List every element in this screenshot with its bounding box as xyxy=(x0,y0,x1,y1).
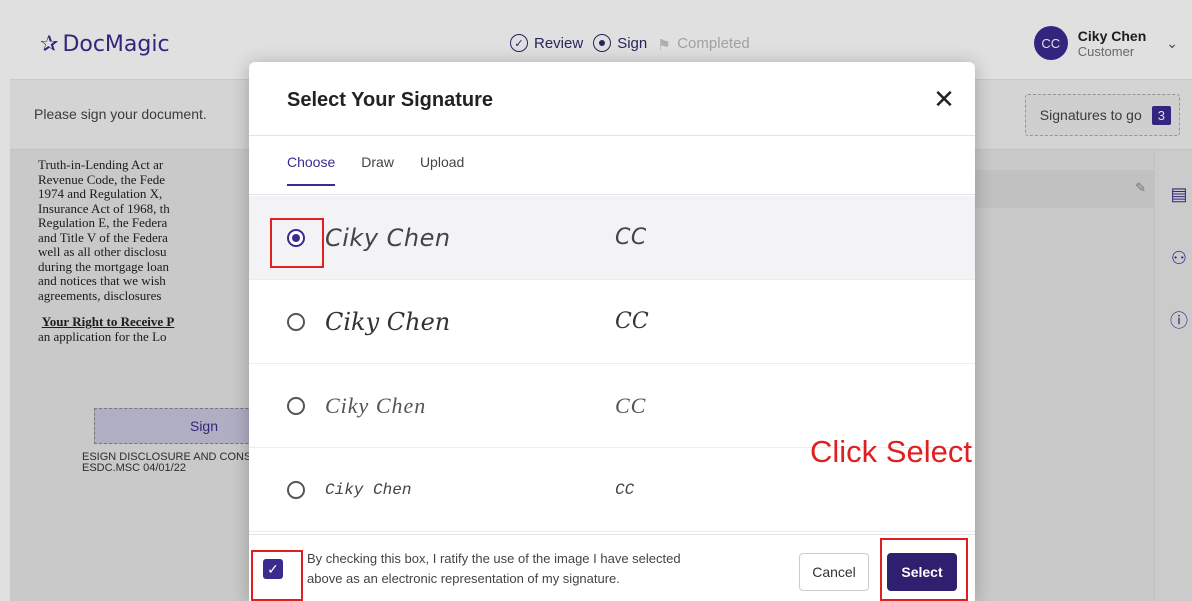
signature-option[interactable]: Ciky Chen CC xyxy=(249,280,975,364)
divider xyxy=(249,194,975,195)
signature-options: Ciky Chen CC Ciky Chen CC Ciky Chen CC C… xyxy=(249,196,975,532)
highlight-box-radio xyxy=(270,218,324,268)
signature-initials: CC xyxy=(615,480,635,499)
radio-button[interactable] xyxy=(287,312,305,331)
highlight-box-select xyxy=(880,538,968,601)
signature-name: Ciky Chen xyxy=(325,480,412,499)
tab-upload[interactable]: Upload xyxy=(420,154,464,186)
dialog-footer: ✓ By checking this box, I ratify the use… xyxy=(249,534,975,601)
highlight-box-checkbox xyxy=(251,550,303,601)
ratify-text: By checking this box, I ratify the use o… xyxy=(307,551,681,586)
select-signature-dialog: Select Your Signature ✕ Choose Draw Uplo… xyxy=(249,62,975,601)
radio-button[interactable] xyxy=(287,480,305,499)
signature-tabs: Choose Draw Upload xyxy=(287,154,464,186)
radio-button[interactable] xyxy=(287,396,305,415)
signature-name: Ciky Chen xyxy=(325,307,451,336)
signature-name: Ciky Chen xyxy=(325,223,451,252)
divider xyxy=(249,135,975,136)
cancel-button[interactable]: Cancel xyxy=(799,553,869,591)
tab-choose[interactable]: Choose xyxy=(287,154,336,186)
signature-name: Ciky Chen xyxy=(325,392,427,418)
close-icon[interactable]: ✕ xyxy=(929,84,959,114)
signature-option[interactable]: Ciky Chen CC xyxy=(249,196,975,280)
dialog-title: Select Your Signature xyxy=(287,89,493,111)
tab-draw[interactable]: Draw xyxy=(361,154,394,186)
signature-initials: CC xyxy=(615,225,647,250)
signature-initials: CC xyxy=(615,309,649,334)
signature-initials: CC xyxy=(615,392,647,418)
instruction-annotation: Click Select xyxy=(810,434,972,469)
